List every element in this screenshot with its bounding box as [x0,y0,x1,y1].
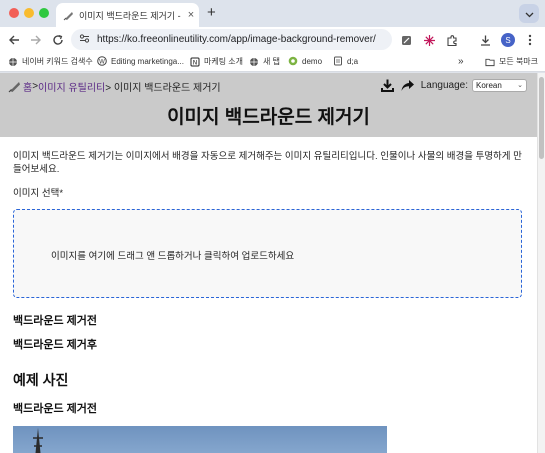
image-select-label: 이미지 선택* [13,188,64,199]
reload-icon [53,34,63,45]
globe-icon [8,57,18,67]
svg-text:W: W [99,58,105,65]
tab-strip: 이미지 백드라운드 제거기 - 이미지 ... × + [0,0,545,27]
language-select-value: Korean [476,81,502,90]
chevron-down-icon [525,7,534,21]
extension-pen-button[interactable] [398,32,414,48]
folder-icon [485,57,495,67]
tab-search-button[interactable] [519,4,539,23]
bookmark-item[interactable]: demo [288,56,322,66]
before-removal-heading: 백드라운드 제거전 [13,315,98,327]
more-vert-icon [528,34,532,46]
image-upload-dropzone[interactable]: 이미지를 여기에 드래그 앤 드롭하거나 클릭하여 업로드하세요 [13,209,522,298]
new-tab-button[interactable]: + [207,4,216,21]
bookmark-item[interactable]: N 마케팅 소개 [190,56,243,67]
tab-title: 이미지 백드라운드 제거기 - 이미지 ... [79,10,183,21]
back-button[interactable] [5,31,23,49]
forward-button[interactable] [27,31,45,49]
notion-icon: N [190,57,200,67]
after-removal-heading: 백드라운드 제거후 [13,339,98,351]
bookmark-item[interactable]: W Editing marketinga... [97,56,184,66]
window-minimize-button[interactable] [24,8,34,18]
example-photo [13,426,387,453]
language-label: Language: [420,80,468,91]
bookmark-item[interactable]: d;a [333,56,358,66]
window-maximize-button[interactable] [39,8,49,18]
svg-text:N: N [193,59,198,66]
breadcrumb-current: > 이미지 백드라운드 제거기 [105,83,221,94]
breadcrumb-home-link[interactable]: 홈 [23,79,32,94]
browser-menu-button[interactable] [522,32,538,48]
breadcrumb-image-utilities-link[interactable]: 이미지 유틸리티 [38,79,105,94]
globe-icon [249,57,259,67]
downloads-button[interactable] [477,32,493,48]
share-icon[interactable] [400,78,415,93]
feather-logo-icon [8,80,21,93]
pen-icon [401,35,411,45]
bookmarks-bar: 네이버 키워드 검색수 W Editing marketinga... N 마케… [0,53,545,72]
bookmark-label: Editing marketinga... [111,56,184,66]
address-bar[interactable]: https://ko.freeonlineutility.com/app/ima… [71,29,392,50]
demo-icon [288,56,298,66]
bookmark-item[interactable]: 네이버 키워드 검색수 [8,56,93,67]
extensions-button[interactable] [444,32,460,48]
page-title: 이미지 백드라운드 제거기 [167,107,370,128]
wordpress-icon: W [97,56,107,66]
page-icon [333,56,343,66]
bookmark-label: 새 탭 [263,57,280,66]
bookmarks-overflow-button[interactable]: » [458,56,464,67]
browser-tab[interactable]: 이미지 백드라운드 제거기 - 이미지 ... × [56,3,199,27]
bookmark-label: 모든 북마크 [499,57,539,66]
breadcrumb: 홈 > 이미지 유틸리티 > 이미지 백드라운드 제거기 [8,79,221,94]
scrollbar-thumb[interactable] [539,77,544,159]
example-photo-heading: 예제 사진 [13,372,69,388]
tab-close-button[interactable]: × [183,9,199,21]
bookmark-item[interactable]: 새 탭 [249,56,280,67]
web-page: 홈 > 이미지 유틸리티 > 이미지 백드라운드 제거기 Language: K… [0,73,537,453]
site-info-icon[interactable] [79,33,90,47]
reload-button[interactable] [49,31,67,49]
page-description: 이미지 백드라운드 제거기는 이미지에서 배경을 자동으로 제거해주는 이미지 … [13,151,522,175]
window-close-button[interactable] [9,8,19,18]
browser-toolbar: https://ko.freeonlineutility.com/app/ima… [0,27,545,53]
url-text: https://ko.freeonlineutility.com/app/ima… [97,34,376,45]
sparkle-icon [423,34,435,46]
bookmark-label: 마케팅 소개 [204,57,244,66]
profile-avatar[interactable]: S [501,33,515,47]
dropzone-text: 이미지를 여기에 드래그 앤 드롭하거나 클릭하여 업로드하세요 [51,251,295,262]
arrow-right-icon [31,35,41,45]
download-icon [480,35,490,46]
example-before-heading: 백드라운드 제거전 [13,403,98,415]
puzzle-icon [446,34,457,46]
header-tools: Language: Korean ⌄ [380,78,527,93]
bookmark-label: 네이버 키워드 검색수 [22,57,93,66]
all-bookmarks-button[interactable]: 모든 북마크 [485,56,538,67]
page-scrollbar[interactable] [537,73,545,453]
bookmark-label: demo [302,56,323,66]
tower-image [33,428,43,453]
extension-sparkle-button[interactable] [421,32,437,48]
bookmark-label: d;a [347,56,359,66]
language-select[interactable]: Korean ⌄ [472,79,527,92]
feather-icon [63,10,74,21]
site-header: 홈 > 이미지 유틸리티 > 이미지 백드라운드 제거기 Language: K… [0,73,537,137]
arrow-left-icon [9,35,19,45]
chevron-down-icon: ⌄ [517,82,523,89]
download-icon[interactable] [380,78,395,93]
